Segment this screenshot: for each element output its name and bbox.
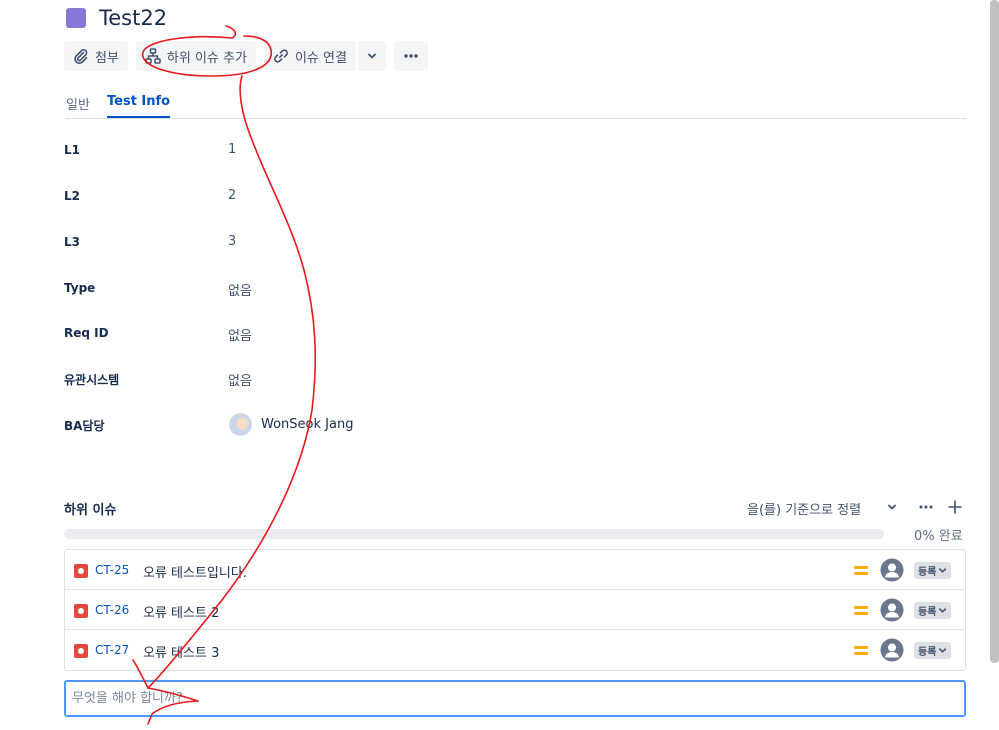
field-value-ba-owner[interactable]: WonSeok Jang <box>261 417 353 432</box>
priority-medium-icon <box>854 604 868 616</box>
status-dropdown[interactable]: 등록 <box>914 642 952 659</box>
issue-title[interactable]: Test22 <box>99 6 167 30</box>
chevron-down-icon <box>939 648 947 653</box>
link-issue-button[interactable]: 이슈 연결 <box>263 41 356 71</box>
add-child-issue-button[interactable]: 하위 이슈 추가 <box>135 41 256 71</box>
child-issues-heading: 하위 이슈 <box>64 503 117 518</box>
child-issue-key[interactable]: CT-26 <box>95 603 129 617</box>
field-value-type[interactable]: 없음 <box>228 280 252 299</box>
sort-dropdown-label[interactable]: 을(를) 기준으로 정렬 <box>747 499 861 518</box>
bug-icon <box>74 644 88 658</box>
field-label-req-id: Req ID <box>64 326 109 340</box>
link-issue-dropdown-button[interactable] <box>357 41 386 71</box>
chevron-down-icon <box>939 608 947 613</box>
field-label-ba-owner: BA담당 <box>64 419 105 433</box>
priority-medium-icon <box>854 644 868 656</box>
add-child-plus-icon[interactable] <box>947 499 963 515</box>
create-child-issue-input[interactable] <box>64 680 966 717</box>
child-issue-row[interactable]: CT-25 오류 테스트입니다. 등록 <box>65 550 965 590</box>
child-issue-key[interactable]: CT-27 <box>95 643 129 657</box>
child-issue-summary[interactable]: 오류 테스트입니다. <box>143 562 247 581</box>
add-child-issue-label: 하위 이슈 추가 <box>166 50 247 66</box>
chevron-down-icon <box>939 568 947 573</box>
field-value-related-system[interactable]: 없음 <box>228 370 252 389</box>
child-progress-bar <box>64 529 884 539</box>
status-label: 등록 <box>918 607 937 618</box>
tab-test-info[interactable]: Test Info <box>107 94 171 118</box>
link-issue-label: 이슈 연결 <box>294 50 347 66</box>
unassigned-avatar-icon[interactable] <box>880 638 904 662</box>
link-icon <box>274 49 288 63</box>
ba-owner-avatar <box>229 413 252 436</box>
bug-icon <box>74 604 88 618</box>
tab-general[interactable]: 일반 <box>66 94 90 116</box>
child-issue-summary[interactable]: 오류 테스트 2 <box>143 602 219 621</box>
chevron-down-icon[interactable] <box>886 501 898 513</box>
attach-button[interactable]: 첨부 <box>64 41 128 71</box>
hierarchy-icon <box>145 48 161 64</box>
unassigned-avatar-icon[interactable] <box>880 558 904 582</box>
priority-medium-icon <box>854 564 868 576</box>
status-label: 등록 <box>918 647 937 658</box>
child-issues-more-icon[interactable] <box>917 499 935 515</box>
chevron-down-icon <box>368 53 376 59</box>
field-label-l3: L3 <box>64 235 80 249</box>
child-issue-row[interactable]: CT-27 오류 테스트 3 등록 <box>65 630 965 670</box>
link-issue-group: 이슈 연결 <box>263 41 386 71</box>
issue-toolbar: 첨부 하위 이슈 추가 이슈 연결 <box>64 41 428 71</box>
field-value-req-id[interactable]: 없음 <box>228 325 252 344</box>
child-issue-key[interactable]: CT-25 <box>95 563 129 577</box>
issue-type-icon <box>66 8 86 28</box>
status-dropdown[interactable]: 등록 <box>914 562 952 579</box>
attach-label: 첨부 <box>95 50 119 66</box>
field-label-l2: L2 <box>64 189 80 203</box>
status-dropdown[interactable]: 등록 <box>914 602 952 619</box>
bug-icon <box>74 564 88 578</box>
child-issue-row[interactable]: CT-26 오류 테스트 2 등록 <box>65 590 965 630</box>
more-actions-button[interactable] <box>393 41 428 71</box>
child-issue-summary[interactable]: 오류 테스트 3 <box>143 642 219 661</box>
child-issue-list: CT-25 오류 테스트입니다. 등록 CT-26 오류 테스트 2 등록 CT… <box>64 549 966 671</box>
field-value-l2[interactable]: 2 <box>228 188 236 203</box>
more-icon <box>404 54 418 58</box>
field-label-related-system: 유관시스템 <box>64 373 120 387</box>
paperclip-icon <box>74 49 88 64</box>
field-value-l3[interactable]: 3 <box>228 234 236 249</box>
issue-title-row: Test22 <box>66 4 167 32</box>
detail-tabs: 일반 Test Info <box>66 94 966 119</box>
field-label-type: Type <box>64 281 96 295</box>
field-value-l1[interactable]: 1 <box>228 142 236 157</box>
field-label-l1: L1 <box>64 143 80 157</box>
child-progress-text: 0% 완료 <box>914 529 963 544</box>
unassigned-avatar-icon[interactable] <box>880 598 904 622</box>
status-label: 등록 <box>918 567 937 578</box>
page-scrollbar[interactable] <box>990 0 999 663</box>
